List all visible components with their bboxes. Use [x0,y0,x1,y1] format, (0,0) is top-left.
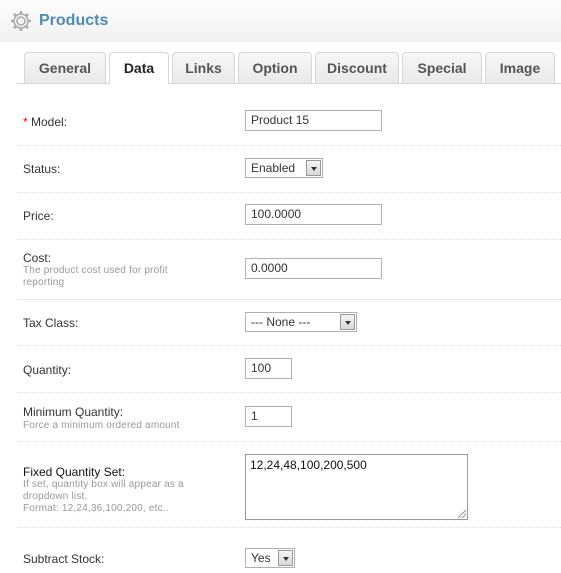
gear-icon [11,11,31,31]
fixed-quantity-set-label: Fixed Quantity Set: [23,465,126,479]
model-label: * Model: [23,115,68,129]
status-select[interactable]: Enabled [245,158,323,178]
tax-class-select-value: --- None --- [251,315,311,329]
form-row-tax-class: Tax Class: --- None --- [17,300,561,346]
tab-option[interactable]: Option [238,52,312,83]
model-input[interactable]: Product 15 [245,110,382,131]
tab-special[interactable]: Special [402,52,482,83]
subtract-stock-label: Subtract Stock: [23,552,105,566]
tab-baseline [17,83,561,84]
form-row-price: Price: 100.0000 [17,193,561,240]
quantity-label: Quantity: [23,363,72,377]
form-row-quantity: Quantity: 100 [17,346,561,393]
page-title: Products [39,12,109,29]
tax-class-label: Tax Class: [23,316,79,330]
status-select-value: Enabled [251,161,296,175]
minimum-quantity-help-text: Force a minimum ordered amount [23,420,180,431]
cost-label: Cost: [23,251,52,265]
form-row-subtract-stock: Subtract Stock: Yes [17,528,561,573]
form-row-status: Status: Enabled [17,146,561,193]
page-header: Products [0,0,561,43]
tab-links[interactable]: Links [172,52,235,83]
minimum-quantity-input[interactable]: 1 [245,406,292,427]
resize-handle-icon[interactable] [458,510,466,518]
form-row-minimum-quantity: Minimum Quantity: Force a minimum ordere… [17,393,561,442]
subtract-stock-select[interactable]: Yes [245,548,295,568]
form-row-cost: Cost: The product cost used for profit r… [17,240,561,300]
quantity-input[interactable]: 100 [245,358,292,379]
chevron-down-icon[interactable] [306,160,321,176]
chevron-down-icon[interactable] [340,314,355,330]
price-input[interactable]: 100.0000 [245,204,382,225]
minimum-quantity-label: Minimum Quantity: [23,405,124,419]
form-row-model: * Model: Product 15 [17,99,561,146]
tab-discount[interactable]: Discount [315,52,399,83]
required-marker: * [23,115,28,129]
fixed-quantity-set-value: 12,24,48,100,200,500 [250,458,367,472]
fixed-quantity-set-textarea[interactable]: 12,24,48,100,200,500 [245,454,468,520]
status-label: Status: [23,162,61,176]
tab-general[interactable]: General [24,52,106,83]
chevron-down-icon[interactable] [278,550,293,566]
tab-image[interactable]: Image [485,52,555,83]
price-label: Price: [23,209,54,223]
tab-data[interactable]: Data [109,52,169,84]
tax-class-select[interactable]: --- None --- [245,312,357,332]
cost-input[interactable]: 0.0000 [245,258,382,279]
cost-help-text: The product cost used for profit reporti… [23,265,168,288]
subtract-stock-select-value: Yes [251,551,271,565]
tab-bar: General Data Links Option Discount Speci… [0,42,561,84]
form-row-fixed-quantity-set: Fixed Quantity Set: If set, quantity box… [17,442,561,528]
fixed-quantity-set-help-text: If set, quantity box will appear as a dr… [23,479,184,514]
